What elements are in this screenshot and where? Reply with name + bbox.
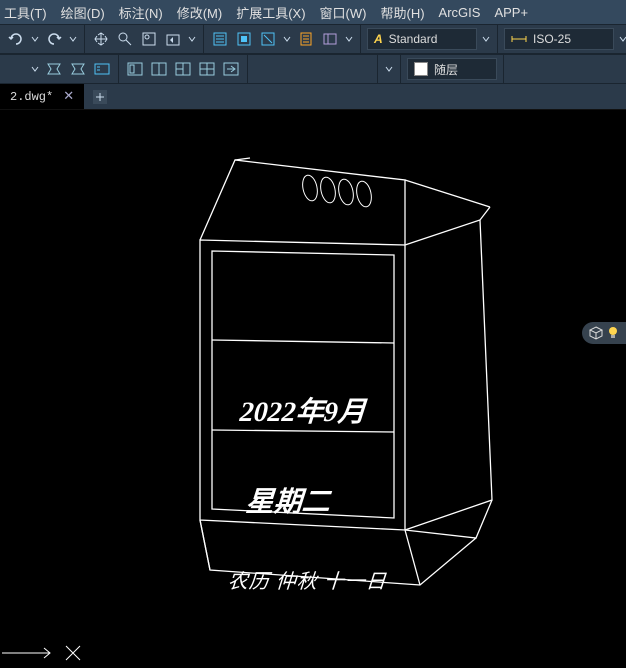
doc-tab-active[interactable]: 2.dwg* ✕ — [0, 84, 84, 109]
cube-icon — [589, 326, 603, 340]
menu-modify[interactable]: 修改(M) — [177, 3, 223, 22]
plus-icon — [92, 89, 108, 105]
menu-annotate[interactable]: 标注(N) — [119, 3, 163, 22]
layer-off-button[interactable] — [258, 29, 278, 49]
properties-toolbar: 随层 — [0, 54, 626, 84]
menu-ext[interactable]: 扩展工具(X) — [236, 3, 305, 22]
dim-style-dropdown[interactable] — [618, 29, 626, 49]
viewport-1-button[interactable] — [125, 59, 145, 79]
calendar-lunar-text: 农历 仲秋 十一日 — [227, 565, 388, 594]
new-tab-button[interactable] — [84, 84, 116, 109]
calendar-weekday-text: 星期二 — [245, 480, 332, 520]
side-palette-tab[interactable] — [582, 322, 626, 344]
layer-lock-button[interactable] — [68, 59, 88, 79]
calendar-month-text: 2022年9月 — [239, 390, 368, 430]
undo-dropdown[interactable] — [30, 29, 40, 49]
zoom-dropdown[interactable] — [187, 29, 197, 49]
dim-style-selector[interactable]: ISO-25 — [504, 28, 614, 50]
menu-help[interactable]: 帮助(H) — [380, 3, 424, 22]
quick-toolbar: A Standard ISO-25 — [0, 24, 626, 54]
redo-button[interactable] — [44, 29, 64, 49]
viewport-4-button[interactable] — [197, 59, 217, 79]
text-style-selector[interactable]: A Standard — [367, 28, 477, 50]
zoom-window-button[interactable] — [139, 29, 159, 49]
cad-drawing — [0, 110, 626, 630]
ucs-axis-icon — [0, 638, 90, 668]
layer-props-button[interactable] — [210, 29, 230, 49]
menu-tools[interactable]: 工具(T) — [4, 3, 47, 22]
pan-button[interactable] — [91, 29, 111, 49]
viewport-3-button[interactable] — [173, 59, 193, 79]
drawing-canvas[interactable]: 2022年9月 星期二 农历 仲秋 十一日 — [0, 110, 626, 624]
color-dropdown-indicator[interactable] — [384, 59, 394, 79]
text-style-label: Standard — [389, 32, 438, 46]
text-style-dropdown[interactable] — [481, 29, 491, 49]
color-bylayer-label: 随层 — [434, 61, 458, 78]
bulb-icon — [607, 326, 619, 340]
menu-appplus[interactable]: APP+ — [494, 5, 528, 20]
design-center-button[interactable] — [320, 29, 340, 49]
palette-dropdown[interactable] — [344, 29, 354, 49]
viewport-join-button[interactable] — [221, 59, 241, 79]
dimension-icon — [511, 33, 527, 45]
layer-freeze-button[interactable] — [44, 59, 64, 79]
color-bylayer-selector[interactable]: 随层 — [407, 58, 497, 80]
menu-window[interactable]: 窗口(W) — [320, 3, 367, 22]
zoom-previous-button[interactable] — [163, 29, 183, 49]
document-tab-bar: 2.dwg* ✕ — [0, 84, 626, 110]
dim-style-label: ISO-25 — [533, 32, 571, 46]
close-icon[interactable]: ✕ — [63, 89, 74, 104]
color-swatch-icon — [414, 62, 428, 76]
redo-dropdown[interactable] — [68, 29, 78, 49]
menu-bar: 工具(T) 绘图(D) 标注(N) 修改(M) 扩展工具(X) 窗口(W) 帮助… — [0, 0, 626, 24]
menu-draw[interactable]: 绘图(D) — [61, 3, 105, 22]
panel-dropdown[interactable] — [282, 29, 292, 49]
undo-button[interactable] — [6, 29, 26, 49]
layer-on-button[interactable] — [92, 59, 112, 79]
menu-arcgis[interactable]: ArcGIS — [439, 5, 481, 20]
properties-button[interactable] — [296, 29, 316, 49]
doc-tab-label: 2.dwg* — [10, 90, 53, 104]
layer-iso-button[interactable] — [234, 29, 254, 49]
viewport-2-button[interactable] — [149, 59, 169, 79]
zoom-realtime-button[interactable] — [115, 29, 135, 49]
layer-state-dropdown[interactable] — [30, 59, 40, 79]
